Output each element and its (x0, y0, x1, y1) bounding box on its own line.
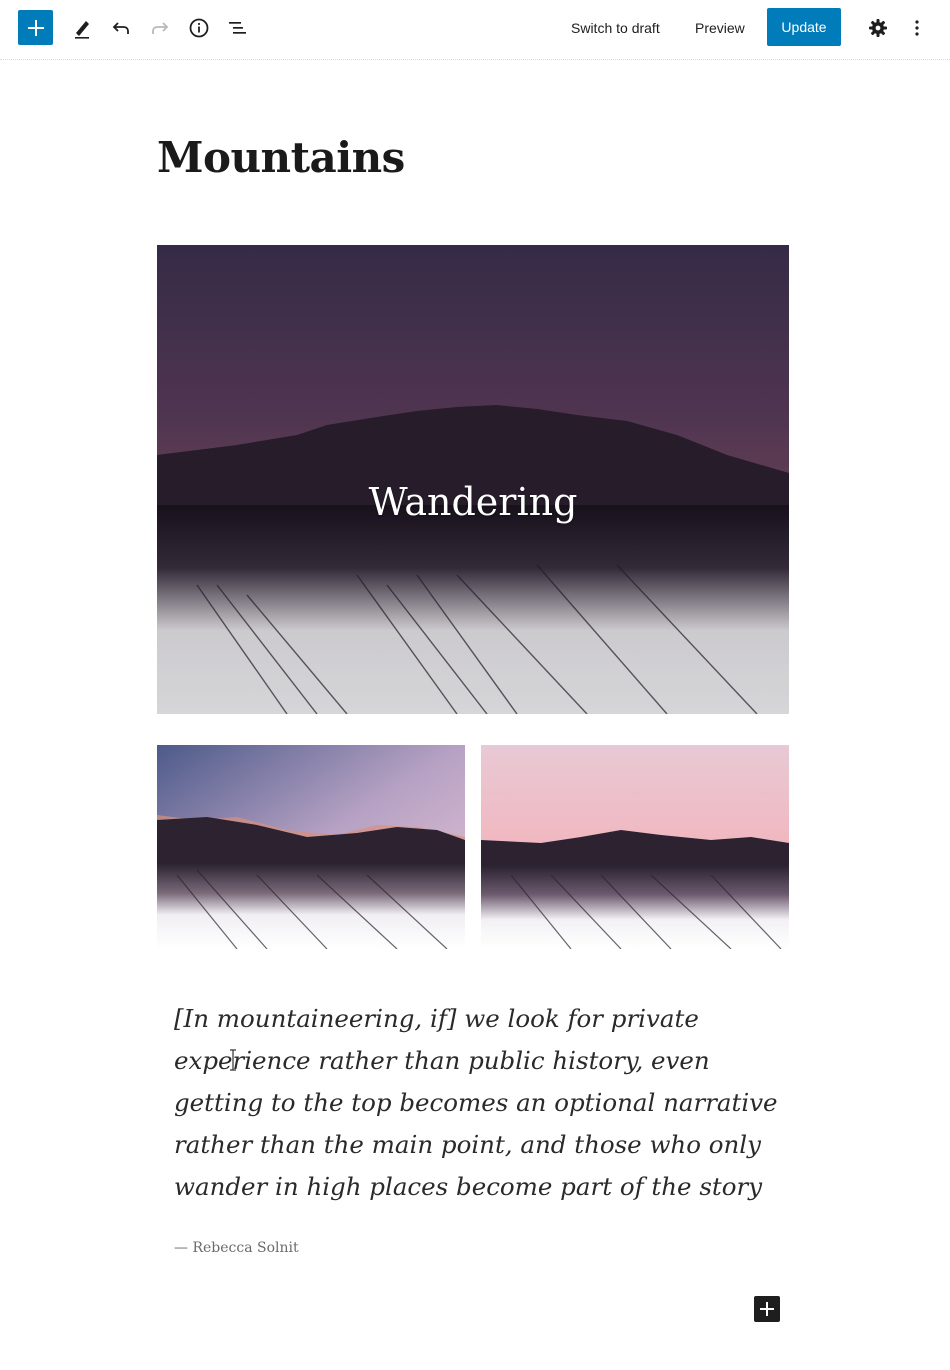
quote-line: experience rather than public history, e… (174, 1046, 710, 1075)
undo-button[interactable] (105, 12, 137, 44)
tools-button[interactable] (66, 12, 98, 44)
post-title[interactable]: Mountains (157, 128, 797, 188)
info-icon (189, 18, 209, 38)
redo-button[interactable] (144, 12, 176, 44)
list-view-icon (229, 22, 246, 34)
settings-button[interactable] (862, 12, 894, 44)
more-vertical-icon (915, 20, 919, 36)
quote-line: getting to the top becomes an optional n… (174, 1088, 778, 1117)
quote-line: wander in high places become part of the… (174, 1172, 763, 1201)
redo-icon (152, 22, 169, 34)
quote-line: rather than the main point, and those wh… (174, 1130, 761, 1159)
more-options-button[interactable] (901, 12, 933, 44)
gallery-image-right[interactable] (481, 745, 789, 949)
details-button[interactable] (183, 12, 215, 44)
add-block-button[interactable] (754, 1296, 780, 1322)
quote-line: [In mountaineering, if] we look for priv… (174, 1004, 699, 1033)
cover-block[interactable]: Wandering (157, 245, 789, 714)
text-cursor-icon (230, 1049, 236, 1071)
mountain-sunset-image (481, 745, 789, 949)
editor-toolbar: Switch to draft Preview Update (0, 0, 950, 60)
plus-icon (760, 1302, 774, 1316)
gear-icon (869, 19, 887, 37)
mountain-dusk-image (157, 745, 465, 949)
plus-icon (27, 19, 44, 36)
undo-icon (112, 22, 129, 34)
cover-title[interactable]: Wandering (157, 480, 789, 524)
pencil-icon (75, 21, 89, 39)
list-view-button[interactable] (222, 12, 254, 44)
switch-to-draft-button[interactable]: Switch to draft (571, 12, 660, 44)
pullquote-block[interactable]: [In mountaineering, if] we look for priv… (174, 998, 784, 1208)
update-button[interactable]: Update (767, 8, 841, 46)
gallery-image-left[interactable] (157, 745, 465, 949)
block-inserter-toggle[interactable] (18, 10, 53, 45)
quote-citation[interactable]: — Rebecca Solnit (174, 1240, 299, 1256)
preview-button[interactable]: Preview (695, 12, 745, 44)
